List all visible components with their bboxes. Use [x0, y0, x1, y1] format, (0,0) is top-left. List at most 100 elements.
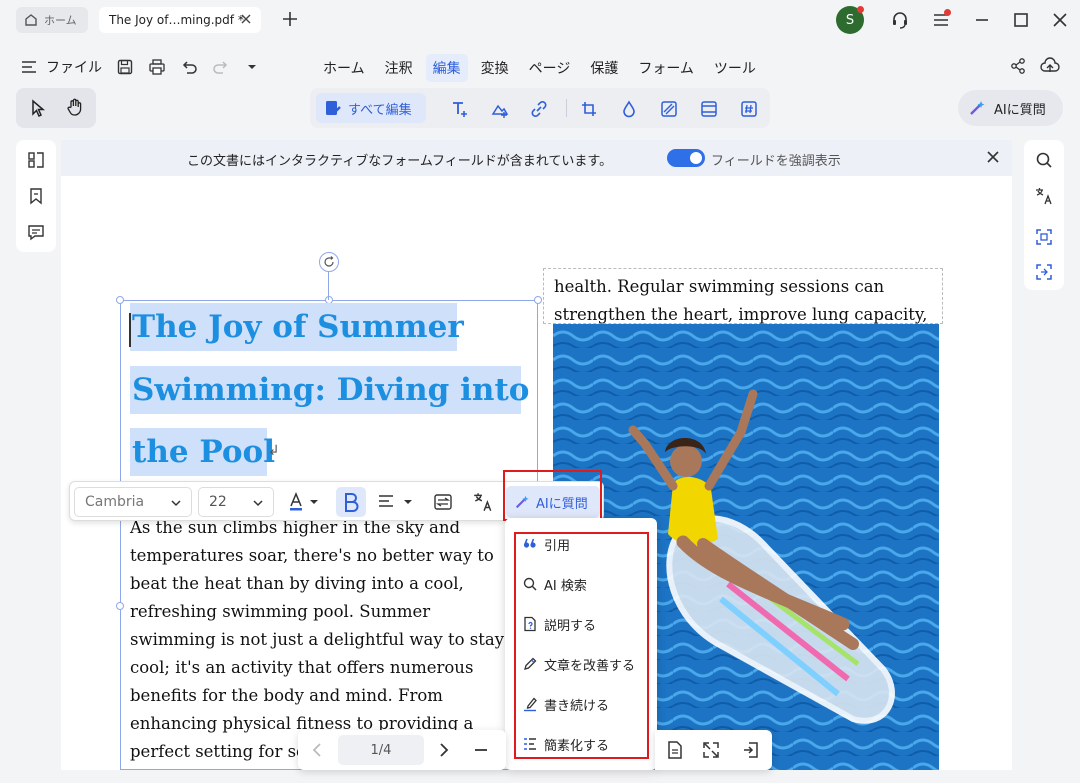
body-line: swimming is not just a delightful way to… — [130, 630, 505, 649]
pen-icon — [522, 656, 538, 672]
rotate-handle-icon[interactable] — [319, 252, 339, 272]
add-image-icon[interactable] — [491, 100, 509, 118]
maximize-icon[interactable] — [1011, 10, 1031, 30]
search-icon[interactable] — [1035, 151, 1053, 169]
close-notice-icon[interactable] — [986, 150, 1000, 164]
form-field-notice: この文書にはインタラクティブなフォームフィールドが含まれています。 フィールドを… — [61, 140, 1012, 176]
background-icon[interactable] — [660, 100, 678, 118]
explain-doc-icon — [522, 616, 538, 632]
simplify-icon — [522, 736, 538, 752]
bates-number-icon[interactable] — [740, 100, 758, 118]
view-tools — [655, 730, 772, 770]
right-text-line: strengthen the heart, improve lung capac… — [554, 305, 928, 324]
quick-access-dropdown-icon[interactable] — [246, 61, 258, 73]
ocr-scan-icon[interactable] — [1035, 228, 1053, 246]
redo-icon[interactable] — [212, 58, 230, 76]
comment-icon[interactable] — [27, 223, 45, 241]
translate-icon[interactable] — [472, 491, 494, 513]
font-size-value: 22 — [209, 494, 227, 510]
text-caret — [129, 313, 131, 347]
menu-convert[interactable]: 変換 — [474, 54, 516, 82]
save-icon[interactable] — [116, 58, 134, 76]
header-footer-icon[interactable] — [700, 100, 718, 118]
font-family-select[interactable]: Cambria — [74, 487, 192, 517]
chevron-down-icon — [169, 496, 183, 510]
menu-notification-dot — [944, 9, 951, 16]
ai-menu-item-quote[interactable]: 引用 — [522, 534, 570, 554]
new-tab-button[interactable] — [280, 9, 300, 29]
prev-page-icon[interactable] — [308, 741, 326, 759]
document-tab[interactable]: The Joy of…ming.pdf * — [99, 7, 261, 33]
resize-handle[interactable] — [534, 296, 542, 304]
close-tab-icon[interactable] — [239, 12, 253, 26]
text-replace-icon[interactable] — [433, 492, 453, 512]
ai-menu-item-explain[interactable]: 説明する — [522, 614, 596, 634]
zoom-out-icon[interactable] — [472, 741, 490, 759]
next-page-icon[interactable] — [435, 741, 453, 759]
home-tab-label: ホーム — [44, 14, 77, 27]
undo-icon[interactable] — [180, 58, 198, 76]
align-icon[interactable] — [378, 493, 414, 511]
paragraph-return-mark: ↲ — [268, 443, 280, 459]
screenshot-icon[interactable] — [1035, 263, 1053, 281]
right-text-line: health. Regular swimming sessions can — [554, 277, 885, 296]
file-menu-icon[interactable] — [20, 58, 38, 76]
file-menu-group: ファイル — [20, 57, 258, 77]
ai-menu-item-search[interactable]: AI 検索 — [522, 574, 587, 594]
ai-menu-item-simplify[interactable]: 簡素化する — [522, 734, 609, 754]
share-icon[interactable] — [1009, 57, 1027, 75]
page-view-icon[interactable] — [665, 740, 685, 760]
bold-button[interactable] — [336, 487, 366, 517]
add-text-icon[interactable] — [451, 100, 469, 118]
title-line: the Pool — [130, 428, 275, 476]
hand-tool-icon[interactable] — [65, 97, 85, 117]
title-line: Swimming: Diving into — [130, 366, 529, 414]
close-window-icon[interactable] — [1050, 10, 1070, 30]
bookmark-icon[interactable] — [27, 187, 45, 205]
menu-page[interactable]: ページ — [522, 54, 578, 82]
search-icon — [522, 576, 538, 592]
menu-home[interactable]: ホーム — [316, 54, 372, 82]
home-tab[interactable]: ホーム — [16, 7, 88, 33]
highlight-fields-toggle[interactable] — [667, 149, 705, 167]
translate-icon[interactable] — [1034, 186, 1054, 206]
edit-all-button[interactable]: すべて編集 — [316, 93, 426, 123]
page-number-field[interactable]: 1/4 — [338, 735, 424, 765]
minimize-icon[interactable] — [972, 10, 992, 30]
menu-protect[interactable]: 保護 — [583, 54, 625, 82]
print-icon[interactable] — [148, 58, 166, 76]
font-color-icon[interactable] — [288, 492, 320, 512]
right-text-box[interactable]: health. Regular swimming sessions can st… — [543, 268, 943, 324]
menu-form[interactable]: フォーム — [631, 54, 701, 82]
highlight-fields-label: フィールドを強調表示 — [711, 154, 841, 169]
ai-ask-button[interactable]: AIに質問 — [958, 90, 1063, 126]
edit-all-icon — [324, 99, 342, 117]
select-cursor-icon[interactable] — [28, 98, 48, 118]
menu-tools[interactable]: ツール — [707, 54, 763, 82]
watermark-icon[interactable] — [620, 100, 638, 118]
main-menu: ホーム 注釈 編集 変換 ページ 保護 フォーム ツール — [316, 54, 763, 82]
add-link-icon[interactable] — [530, 100, 548, 118]
cloud-upload-icon[interactable] — [1040, 56, 1060, 76]
document-tab-label: The Joy of…ming.pdf * — [109, 13, 244, 27]
menu-edit[interactable]: 編集 — [425, 54, 468, 82]
resize-handle[interactable] — [116, 296, 124, 304]
collapse-panel-icon[interactable] — [740, 740, 760, 760]
file-menu[interactable]: ファイル — [46, 57, 102, 77]
body-line: temperatures soar, there's no better way… — [130, 546, 494, 565]
resize-handle[interactable] — [116, 602, 124, 610]
body-paragraph[interactable]: As the sun climbs higher in the sky and … — [130, 514, 510, 766]
quote-icon — [522, 536, 538, 552]
continue-writing-icon — [522, 696, 538, 712]
thumbnail-panel-icon[interactable] — [27, 151, 45, 169]
notification-dot — [857, 6, 864, 13]
font-size-select[interactable]: 22 — [198, 487, 274, 517]
edit-all-label: すべて編集 — [348, 102, 412, 118]
ai-menu-item-improve[interactable]: 文章を改善する — [522, 654, 635, 674]
toolbar-divider — [566, 99, 567, 117]
headset-icon[interactable] — [890, 10, 910, 30]
menu-annotate[interactable]: 注釈 — [378, 54, 420, 82]
ai-menu-item-continue[interactable]: 書き続ける — [522, 694, 609, 714]
fit-screen-icon[interactable] — [701, 740, 721, 760]
crop-page-icon[interactable] — [580, 100, 598, 118]
